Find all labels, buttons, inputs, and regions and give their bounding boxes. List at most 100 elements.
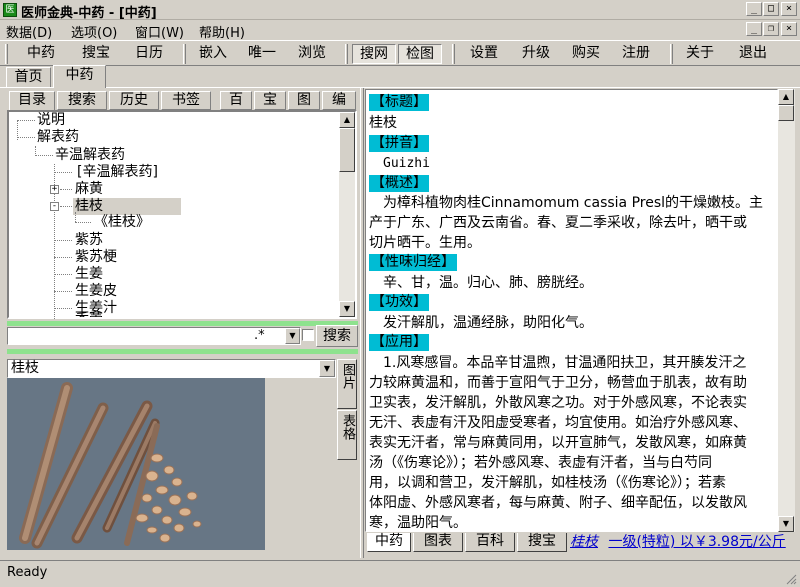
tree-line: [17, 120, 35, 121]
close-icon[interactable]: ×: [781, 2, 797, 16]
tb-about-button[interactable]: 关于: [678, 44, 722, 64]
article-view: 【标题】 桂枝 【拼音】 Guizhi 【概述】 为樟科植物肉桂Cinnamom…: [365, 89, 778, 532]
tb-exit-button[interactable]: 退出: [731, 44, 775, 64]
btab-zhongyao[interactable]: 中药: [367, 533, 411, 552]
dropdown-arrow-icon[interactable]: ▼: [319, 360, 335, 377]
tree-line: [54, 291, 72, 292]
scroll-up-icon[interactable]: ▲: [339, 112, 355, 128]
tree-node-zisu[interactable]: 紫苏: [75, 232, 103, 249]
tree-scrollbar[interactable]: ▲ ▼: [339, 112, 355, 317]
toolbar: 中药 搜宝 日历 嵌入 唯一 浏览 搜网 检图 设置 升级 购买 注册 关于 退…: [0, 40, 800, 66]
section-usage-line: 卫实表，发汗解肌，外散风寒之功。对于外感风寒，不论表实: [369, 395, 747, 411]
section-usage-line: 无汗、表虚有汗及阳虚受寒者，均宜使用。如治疗外感风寒、: [369, 415, 747, 431]
status-text: Ready: [7, 565, 48, 580]
tb-check-image-button[interactable]: 检图: [398, 44, 442, 64]
image-select[interactable]: 桂枝 ▼: [7, 359, 336, 378]
scroll-up-icon[interactable]: ▲: [778, 89, 794, 105]
child-close-icon[interactable]: ×: [781, 22, 797, 36]
tb-embed-button[interactable]: 嵌入: [191, 44, 235, 64]
section-title-label: 【标题】: [369, 94, 429, 111]
scroll-thumb[interactable]: [339, 128, 355, 172]
section-title-text: 桂枝: [369, 115, 397, 131]
tab-image[interactable]: 图片: [337, 359, 357, 409]
resize-grip-icon[interactable]: [785, 573, 797, 585]
tree-node-xinwen[interactable]: 辛温解表药: [55, 147, 125, 164]
section-usage-line: 汤（《伤寒论》）；若外感风寒、表虚有汗者，当与白芍同: [369, 455, 712, 471]
child-restore-icon[interactable]: ❐: [763, 22, 779, 36]
section-usage-line: 体阳虚、外感风寒者，每与麻黄、附子、细辛配伍，以发散风: [369, 495, 747, 511]
tab-bai[interactable]: 百: [220, 91, 252, 110]
tab-catalog[interactable]: 目录: [9, 91, 55, 110]
btab-baike[interactable]: 百科: [465, 533, 515, 552]
scroll-thumb[interactable]: [778, 105, 794, 121]
tree-node-jiebiaoyao[interactable]: 解表药: [37, 129, 79, 146]
btab-soubao[interactable]: 搜宝: [517, 533, 567, 552]
tb-unique-button[interactable]: 唯一: [240, 44, 284, 64]
tree-node-shengjiangpi[interactable]: 生姜皮: [75, 283, 117, 300]
menu-window[interactable]: 窗口(W): [135, 22, 184, 41]
dropdown-arrow-icon[interactable]: ▼: [285, 328, 300, 344]
section-pinyin-text: Guizhi: [383, 156, 430, 171]
tab-home[interactable]: 首页: [6, 67, 51, 87]
menu-help[interactable]: 帮助(H): [199, 22, 245, 41]
tab-bookmarks[interactable]: 书签: [161, 91, 211, 110]
search-input[interactable]: .* ▼: [7, 327, 301, 345]
maximize-icon[interactable]: □: [763, 2, 779, 16]
scroll-down-icon[interactable]: ▼: [339, 301, 355, 317]
tree-line: [60, 206, 72, 207]
section-nature-label: 【性味归经】: [369, 254, 457, 271]
tb-zhongyao-button[interactable]: 中药: [19, 44, 63, 64]
search-button[interactable]: 搜索: [316, 325, 358, 347]
tab-bao[interactable]: 宝: [254, 91, 286, 110]
tb-register-button[interactable]: 注册: [614, 44, 658, 64]
section-pinyin-label: 【拼音】: [369, 135, 429, 152]
tab-history[interactable]: 历史: [109, 91, 159, 110]
menu-options[interactable]: 选项(O): [71, 22, 117, 41]
article-scrollbar[interactable]: ▲ ▼: [778, 89, 795, 532]
toolbar-grip: [670, 44, 673, 64]
tree-line: [60, 189, 72, 190]
regex-checkbox[interactable]: [302, 329, 314, 341]
tb-search-web-button[interactable]: 搜网: [352, 44, 396, 64]
tree-node-guizhi-book[interactable]: 《桂枝》: [94, 214, 150, 231]
search-input-value: .*: [254, 328, 265, 343]
tab-search[interactable]: 搜索: [57, 91, 107, 110]
scroll-down-icon[interactable]: ▼: [778, 516, 794, 532]
tree-node-guizhi[interactable]: 桂枝: [73, 198, 181, 215]
tb-buy-button[interactable]: 购买: [564, 44, 608, 64]
tb-settings-button[interactable]: 设置: [462, 44, 506, 64]
section-overview-label: 【概述】: [369, 175, 429, 192]
tree-line: [35, 155, 53, 156]
guizhi-photo: [7, 378, 265, 550]
tab-zhongyao[interactable]: 中药: [53, 65, 106, 88]
section-usage-line: 用，以调和营卫，发汗解肌，如桂枝汤（《伤寒论》）；若素: [369, 475, 726, 491]
panel-splitter[interactable]: [360, 88, 364, 558]
tb-calendar-button[interactable]: 日历: [127, 44, 171, 64]
tb-upgrade-button[interactable]: 升级: [514, 44, 558, 64]
price-link[interactable]: 桂枝 一级(特粒) 以￥3.98元/公斤: [570, 534, 796, 553]
image-select-value: 桂枝: [11, 360, 39, 376]
section-usage-line: 寒，温助阳气。: [369, 515, 467, 531]
btab-chart[interactable]: 图表: [413, 533, 463, 552]
tb-browse-button[interactable]: 浏览: [290, 44, 334, 64]
minimize-icon[interactable]: _: [746, 2, 762, 16]
catalog-tree[interactable]: 说明 解表药 辛温解表药 [辛温解表药] + 麻黄 - 桂枝 《桂枝》 紫苏 紫…: [7, 110, 357, 319]
expand-plus-icon[interactable]: +: [50, 185, 59, 194]
child-minimize-icon[interactable]: _: [746, 22, 762, 36]
tab-table[interactable]: 表格: [337, 410, 357, 460]
window-title: 医师金典-中药 - [中药]: [21, 6, 157, 21]
tree-node-zisugeng[interactable]: 紫苏梗: [75, 249, 117, 266]
tab-bian[interactable]: 编: [322, 91, 356, 110]
tree-node-shengjiang[interactable]: 生姜: [75, 266, 103, 283]
tab-tu[interactable]: 图: [288, 91, 320, 110]
menu-data[interactable]: 数据(D): [6, 22, 52, 41]
tree-node-mahuang[interactable]: 麻黄: [75, 181, 103, 198]
tree-line: [75, 222, 91, 223]
collapse-minus-icon[interactable]: -: [50, 202, 59, 211]
app-icon: 医: [3, 3, 17, 17]
tree-node-xiangru[interactable]: 香薷: [75, 312, 103, 317]
tree-line: [54, 308, 72, 309]
tb-soubao-button[interactable]: 搜宝: [74, 44, 118, 64]
tree-node-shuoming[interactable]: 说明: [37, 112, 65, 129]
tree-node-xinwen-intro[interactable]: [辛温解表药]: [77, 164, 158, 181]
